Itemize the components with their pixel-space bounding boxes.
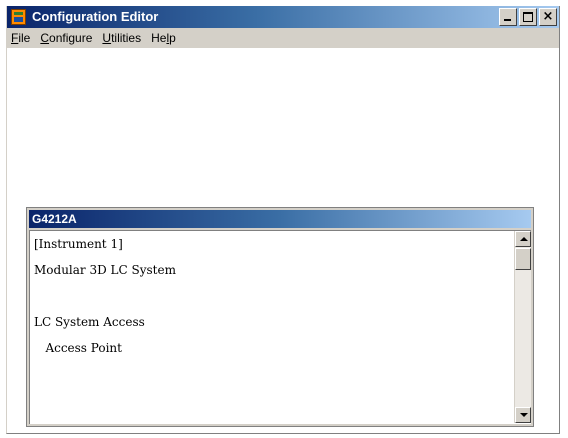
- arrow-up-icon: [520, 237, 528, 241]
- maximize-icon: [523, 12, 533, 22]
- menu-utilities-label: tilities: [111, 31, 142, 45]
- menu-help-label: p: [169, 31, 176, 45]
- scroll-thumb[interactable]: [515, 248, 531, 270]
- instrument-child-window: G4212A [Instrument 1] Modular 3D LC Syst…: [26, 207, 534, 427]
- title-bar[interactable]: Configuration Editor ×: [7, 6, 559, 28]
- text-line: [Instrument 1]: [34, 237, 123, 251]
- scroll-up-button[interactable]: [515, 231, 531, 247]
- arrow-down-icon: [520, 413, 528, 417]
- menu-file-label: ile: [18, 31, 31, 45]
- menu-help-prefix: He: [151, 31, 167, 45]
- configuration-editor-window: Configuration Editor × File Configure Ut…: [6, 6, 560, 434]
- maximize-button[interactable]: [519, 8, 537, 26]
- child-title-bar[interactable]: G4212A: [29, 210, 531, 228]
- close-button[interactable]: ×: [539, 8, 557, 26]
- text-line: Access Point: [34, 341, 122, 355]
- text-line: [34, 287, 504, 313]
- minimize-icon: [504, 19, 511, 21]
- minimize-button[interactable]: [499, 8, 517, 26]
- menu-help[interactable]: Help: [146, 28, 181, 48]
- configuration-text-area[interactable]: [Instrument 1] Modular 3D LC System LC S…: [29, 230, 531, 424]
- menu-configure[interactable]: Configure: [35, 28, 97, 48]
- vertical-scrollbar[interactable]: [514, 231, 531, 423]
- menu-file[interactable]: File: [7, 28, 35, 48]
- menu-configure-mnemonic: C: [40, 31, 50, 45]
- configuration-text: [Instrument 1] Modular 3D LC System LC S…: [34, 235, 504, 365]
- mdi-client-area: G4212A [Instrument 1] Modular 3D LC Syst…: [7, 48, 559, 432]
- scroll-down-button[interactable]: [515, 407, 531, 423]
- window-title: Configuration Editor: [32, 9, 159, 24]
- menu-utilities[interactable]: Utilities: [97, 28, 146, 48]
- app-icon[interactable]: [11, 9, 26, 25]
- text-line: LC System Access: [34, 315, 145, 329]
- window-controls: ×: [497, 8, 557, 26]
- text-line: Modular 3D LC System: [34, 263, 176, 277]
- menu-utilities-mnemonic: U: [102, 31, 112, 45]
- close-icon: ×: [542, 9, 554, 24]
- menu-configure-label: onfigure: [49, 31, 93, 45]
- menu-bar: File Configure Utilities Help: [7, 28, 559, 48]
